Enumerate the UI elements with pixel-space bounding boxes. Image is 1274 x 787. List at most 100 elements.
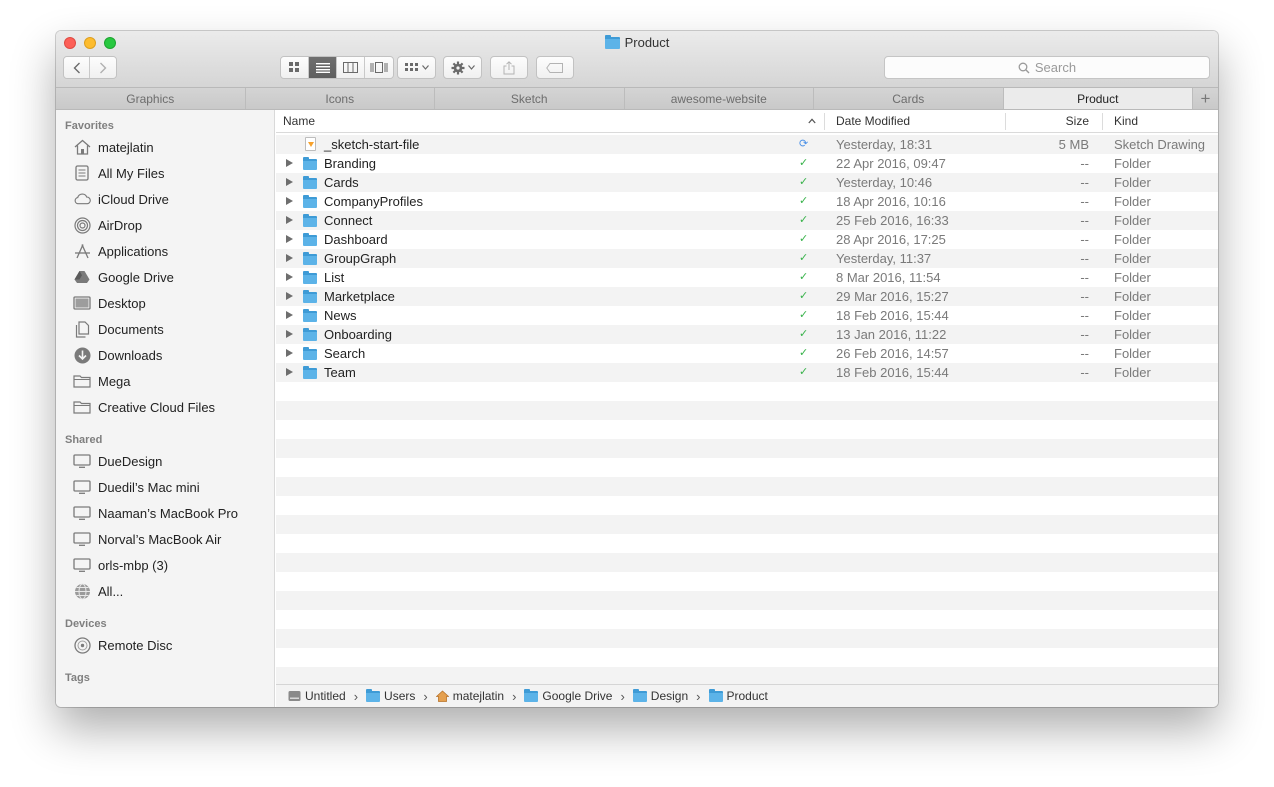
file-row[interactable]: Connect ✓ 25 Feb 2016, 16:33 -- Folder [276, 211, 1218, 230]
downloads-icon [73, 346, 91, 364]
path-item-design[interactable]: Design [632, 688, 688, 703]
empty-row [276, 610, 1218, 629]
file-date: 13 Jan 2016, 11:22 [836, 327, 947, 342]
path-separator: › [512, 688, 517, 704]
disclosure-triangle-icon[interactable] [286, 368, 293, 376]
disc-icon [73, 636, 91, 654]
sort-ascending-icon[interactable] [808, 118, 816, 124]
disclosure-triangle-icon[interactable] [286, 216, 293, 224]
sync-ok-icon: ✓ [799, 214, 809, 226]
empty-row [276, 553, 1218, 572]
path-item-google-drive[interactable]: Google Drive [524, 688, 612, 703]
sidebar-item-documents[interactable]: Documents [73, 318, 164, 340]
file-date: 18 Apr 2016, 10:16 [836, 194, 946, 209]
disclosure-triangle-icon[interactable] [286, 235, 293, 243]
sidebar-item-mega[interactable]: Mega [73, 370, 131, 392]
sketch-file-icon [305, 137, 316, 151]
disclosure-triangle-icon[interactable] [286, 273, 293, 281]
file-row[interactable]: Dashboard ✓ 28 Apr 2016, 17:25 -- Folder [276, 230, 1218, 249]
sync-ok-icon: ✓ [799, 271, 809, 283]
sidebar-item-norvals-macbook-air[interactable]: Norval’s MacBook Air [73, 528, 221, 550]
tab-cards[interactable]: Cards [814, 88, 1004, 109]
file-date: Yesterday, 10:46 [836, 175, 933, 190]
share-button[interactable] [490, 56, 528, 79]
sidebar-item-label: Naaman’s MacBook Pro [98, 505, 238, 521]
sidebar-item-applications[interactable]: Applications [73, 240, 168, 262]
icon-view-button[interactable] [281, 57, 309, 78]
disclosure-triangle-icon[interactable] [286, 311, 293, 319]
file-row[interactable]: Cards ✓ Yesterday, 10:46 -- Folder [276, 173, 1218, 192]
sidebar-item-duedesign[interactable]: DueDesign [73, 450, 162, 472]
finder-window: Product Search Graphics Icons Sketch awe… [56, 31, 1218, 707]
sync-ok-icon: ✓ [799, 366, 809, 378]
sidebar-item-icloud-drive[interactable]: iCloud Drive [73, 188, 169, 210]
file-kind: Folder [1114, 194, 1151, 209]
sidebar-item-naamans-macbook-pro[interactable]: Naaman’s MacBook Pro [73, 502, 238, 524]
name-column-header[interactable]: Name [283, 114, 315, 128]
sidebar-item-orls-mbp[interactable]: orls-mbp (3) [73, 554, 168, 576]
sidebar-item-duedils-mac-mini[interactable]: Duedil’s Mac mini [73, 476, 200, 498]
sidebar-item-downloads[interactable]: Downloads [73, 344, 162, 366]
disclosure-triangle-icon[interactable] [286, 254, 293, 262]
tags-header: Tags [65, 672, 90, 684]
file-row[interactable]: Branding ✓ 22 Apr 2016, 09:47 -- Folder [276, 154, 1218, 173]
file-date: 8 Mar 2016, 11:54 [836, 270, 941, 285]
new-tab-button[interactable]: + [1193, 88, 1218, 109]
folder-icon [303, 347, 317, 360]
tab-icons[interactable]: Icons [245, 88, 435, 109]
file-row[interactable]: Marketplace ✓ 29 Mar 2016, 15:27 -- Fold… [276, 287, 1218, 306]
disclosure-triangle-icon[interactable] [286, 292, 293, 300]
path-item-product[interactable]: Product [708, 688, 768, 703]
file-row[interactable]: Team ✓ 18 Feb 2016, 15:44 -- Folder [276, 363, 1218, 382]
file-row[interactable]: CompanyProfiles ✓ 18 Apr 2016, 10:16 -- … [276, 192, 1218, 211]
file-row[interactable]: News ✓ 18 Feb 2016, 15:44 -- Folder [276, 306, 1218, 325]
disclosure-triangle-icon[interactable] [286, 349, 293, 357]
sidebar-item-all-my-files[interactable]: All My Files [73, 162, 164, 184]
file-row[interactable]: Onboarding ✓ 13 Jan 2016, 11:22 -- Folde… [276, 325, 1218, 344]
arrange-button[interactable] [397, 56, 436, 79]
sidebar-item-airdrop[interactable]: AirDrop [73, 214, 142, 236]
forward-button[interactable] [90, 57, 116, 78]
sidebar-item-google-drive[interactable]: Google Drive [73, 266, 174, 288]
back-button[interactable] [64, 57, 90, 78]
sidebar-item-creative-cloud-files[interactable]: Creative Cloud Files [73, 396, 215, 418]
sidebar-item-label: All My Files [98, 165, 165, 181]
sync-ok-icon: ✓ [799, 290, 809, 302]
disclosure-triangle-icon[interactable] [286, 159, 293, 167]
disclosure-triangle-icon[interactable] [286, 330, 293, 338]
file-row[interactable]: List ✓ 8 Mar 2016, 11:54 -- Folder [276, 268, 1218, 287]
sidebar-item-desktop[interactable]: Desktop [73, 292, 146, 314]
date-column-header[interactable]: Date Modified [836, 114, 910, 128]
chevron-left-icon [73, 62, 80, 73]
list-view-button[interactable] [309, 57, 337, 78]
column-header: Name Date Modified Size Kind [276, 110, 1218, 133]
path-item-matejlatin[interactable]: matejlatin [435, 689, 504, 703]
disclosure-triangle-icon[interactable] [286, 197, 293, 205]
file-row[interactable]: _sketch-start-file ⟳ Yesterday, 18:31 5 … [276, 135, 1218, 154]
file-name: Onboarding [324, 327, 392, 342]
file-row[interactable]: Search ✓ 26 Feb 2016, 14:57 -- Folder [276, 344, 1218, 363]
tab-graphics[interactable]: Graphics [56, 88, 246, 109]
disclosure-triangle-icon[interactable] [286, 178, 293, 186]
column-view-button[interactable] [337, 57, 365, 78]
sidebar-item-label: Norval’s MacBook Air [98, 531, 222, 547]
empty-row [276, 496, 1218, 515]
folder-icon [303, 157, 317, 170]
action-button[interactable] [443, 56, 482, 79]
path-item-users[interactable]: Users [366, 688, 415, 703]
search-field[interactable]: Search [884, 56, 1210, 79]
size-column-header[interactable]: Size [1016, 114, 1089, 128]
tab-sketch[interactable]: Sketch [435, 88, 625, 109]
path-item-untitled[interactable]: Untitled [288, 689, 346, 703]
sidebar-item-matejlatin[interactable]: matejlatin [73, 136, 154, 158]
tag-button[interactable] [536, 56, 574, 79]
tab-awesome-website[interactable]: awesome-website [624, 88, 814, 109]
computer-icon [73, 478, 91, 496]
file-row[interactable]: GroupGraph ✓ Yesterday, 11:37 -- Folder [276, 249, 1218, 268]
file-date: 18 Feb 2016, 15:44 [836, 365, 949, 380]
coverflow-view-button[interactable] [365, 57, 393, 78]
sidebar-item-remote-disc[interactable]: Remote Disc [73, 634, 172, 656]
tab-product[interactable]: Product [1003, 88, 1193, 109]
sidebar-item-all-shared[interactable]: All... [73, 580, 123, 602]
kind-column-header[interactable]: Kind [1114, 114, 1138, 128]
